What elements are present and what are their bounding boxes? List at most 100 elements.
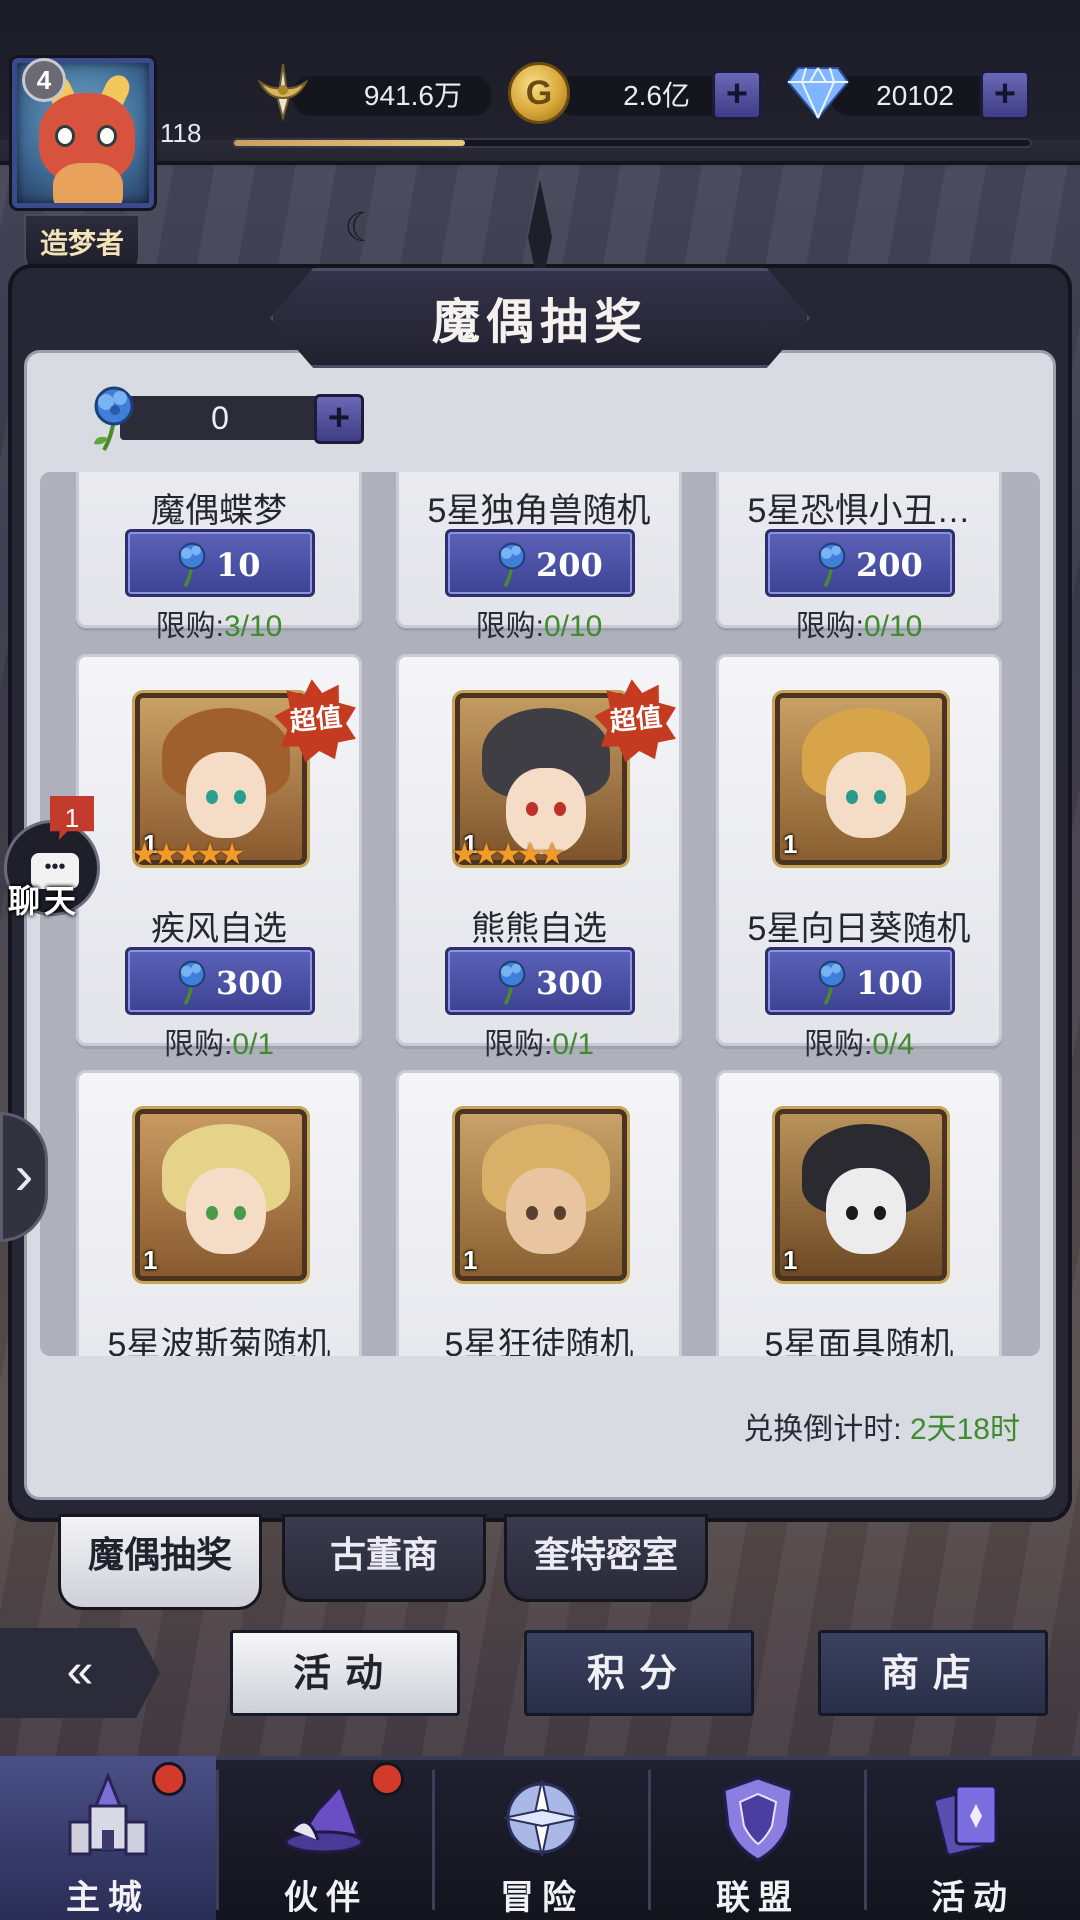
item-quantity: 1 <box>463 1245 478 1275</box>
portrait-eye <box>234 1206 246 1220</box>
item-quantity: 1 <box>783 1245 798 1275</box>
witch-hat-icon <box>278 1770 374 1866</box>
purchase-limit: 限购:0/10 <box>719 601 999 645</box>
category-activity[interactable]: 活动 <box>230 1630 460 1716</box>
purchase-limit: 限购:0/1 <box>79 1019 359 1063</box>
character-portrait <box>775 1109 947 1281</box>
gold-value: 2.6亿 <box>623 80 690 111</box>
back-arrow-icon[interactable]: « <box>0 1628 160 1718</box>
portrait-face <box>506 1168 586 1254</box>
portrait-mask <box>826 1168 906 1254</box>
nav-adventure[interactable]: 冒险 <box>434 1756 650 1920</box>
avatar-dragon-body <box>53 163 123 203</box>
nav-activities[interactable]: 活动 <box>866 1756 1080 1920</box>
blue-flower-icon <box>82 384 146 454</box>
buy-button[interactable]: 10 <box>125 529 315 597</box>
chat-label: 聊天 <box>8 883 81 919</box>
portrait-face <box>826 752 906 838</box>
shop-item-card[interactable]: 5星独角兽随机 200 限购:0/10 <box>396 472 682 643</box>
tab-antique-dealer[interactable]: 古董商 <box>282 1514 486 1602</box>
nav-label: 伙伴 <box>284 1878 368 1918</box>
blue-flower-icon <box>810 958 854 1008</box>
item-name: 5星向日葵随机 <box>747 910 971 948</box>
shop-item-card[interactable]: 1 5星向日葵随机 100 限购:0/4 <box>716 654 1002 1061</box>
limit-label: 限购: <box>475 610 544 643</box>
shop-item-list[interactable]: 魔偶蝶梦 10 限购:3/10 5星独角兽随机 200 限购:0/10 5星恐惧… <box>40 472 1040 1356</box>
flower-balance-bar: 0 <box>120 396 320 440</box>
nav-label: 联盟 <box>716 1878 800 1918</box>
item-name: 5星狂徒随机 <box>444 1326 634 1356</box>
shop-item-card[interactable]: 5星恐惧小丑… 200 限购:0/10 <box>716 472 1002 643</box>
limit-label: 限购: <box>163 1028 233 1061</box>
buy-button[interactable]: 300 <box>125 947 315 1015</box>
item-price: 10 <box>216 546 261 584</box>
item-name: 5星独角兽随机 <box>427 492 651 530</box>
shop-item-card[interactable]: 1 5星狂徒随机 <box>396 1070 682 1356</box>
notification-dot <box>152 1762 186 1796</box>
gold-coin-icon: G <box>508 62 570 124</box>
portrait-eye <box>874 790 886 804</box>
shop-item-card[interactable]: 1 ★★★★★ 超值 疾风自选 300 限购:0/1 <box>76 654 362 1061</box>
shop-item-card[interactable]: 魔偶蝶梦 10 限购:3/10 <box>76 472 362 643</box>
purchase-limit: 限购:0/10 <box>399 601 679 645</box>
xp-level-value: 118 <box>160 118 202 148</box>
diamond-pill: 20102 <box>830 76 1002 116</box>
rank-title: 造梦者 <box>39 227 124 260</box>
diamond-icon <box>786 64 850 120</box>
nav-label: 冒险 <box>500 1878 584 1918</box>
buy-button[interactable]: 200 <box>765 529 955 597</box>
tab-secret-room[interactable]: 奎特密室 <box>504 1514 708 1602</box>
purchase-limit: 限购:3/10 <box>79 601 359 645</box>
character-portrait <box>775 693 947 865</box>
purchase-limit: 限购:0/4 <box>719 1019 999 1063</box>
countdown-label: 兑换倒计时: <box>743 1413 902 1446</box>
avatar-eye <box>97 125 117 147</box>
power-pill: 941.6万 <box>292 76 492 116</box>
buy-button[interactable]: 200 <box>445 529 635 597</box>
item-name: 5星恐惧小丑… <box>747 492 971 530</box>
limit-count: 0/4 <box>872 1028 915 1061</box>
category-points[interactable]: 积分 <box>524 1630 754 1716</box>
limit-count: 0/1 <box>232 1028 275 1061</box>
item-name: 魔偶蝶梦 <box>151 492 287 530</box>
limit-count: 3/10 <box>223 610 283 643</box>
portrait-eye <box>846 790 858 804</box>
avatar-eye <box>55 125 75 147</box>
category-shop[interactable]: 商店 <box>818 1630 1048 1716</box>
xp-progress-fill <box>234 140 465 146</box>
item-quantity: 1 <box>143 1245 158 1275</box>
portrait-eye <box>526 802 538 816</box>
add-gold-button[interactable]: + <box>712 70 762 120</box>
nav-alliance[interactable]: 联盟 <box>650 1756 866 1920</box>
item-price: 100 <box>856 964 923 1002</box>
gold-pill: 2.6亿 <box>556 76 728 116</box>
shop-item-card[interactable]: 1 ★★★★★ 超值 熊熊自选 300 限购:0/1 <box>396 654 682 1061</box>
exchange-countdown: 兑换倒计时: 2天18时 <box>743 1404 1020 1448</box>
limit-label: 限购: <box>155 610 224 643</box>
blue-flower-icon <box>810 540 854 590</box>
add-flower-button[interactable]: + <box>314 394 364 444</box>
limit-label: 限购: <box>483 1028 553 1061</box>
shield-icon <box>710 1770 806 1866</box>
shop-item-card[interactable]: 1 5星面具随机 <box>716 1070 1002 1356</box>
buy-button[interactable]: 100 <box>765 947 955 1015</box>
character-portrait <box>455 1109 627 1281</box>
star-rating: ★★★★★ <box>131 838 246 871</box>
power-value: 941.6万 <box>363 80 462 111</box>
item-quantity: 1 <box>783 829 798 859</box>
tab-doll-lottery[interactable]: 魔偶抽奖 <box>58 1514 262 1610</box>
portrait-eye <box>526 1206 538 1220</box>
add-diamond-button[interactable]: + <box>980 70 1030 120</box>
blue-flower-icon <box>170 958 214 1008</box>
limit-count: 0/10 <box>863 610 923 643</box>
portrait-eye <box>234 790 246 804</box>
sword-icon <box>252 60 314 124</box>
shop-item-card[interactable]: 1 5星波斯菊随机 <box>76 1070 362 1356</box>
buy-button[interactable]: 300 <box>445 947 635 1015</box>
portrait-eye <box>846 1206 858 1220</box>
item-name: 熊熊自选 <box>471 910 607 948</box>
item-price: 200 <box>856 546 923 584</box>
portrait-eye <box>554 802 566 816</box>
portrait-eye <box>206 790 218 804</box>
countdown-value: 2天18时 <box>909 1413 1020 1446</box>
